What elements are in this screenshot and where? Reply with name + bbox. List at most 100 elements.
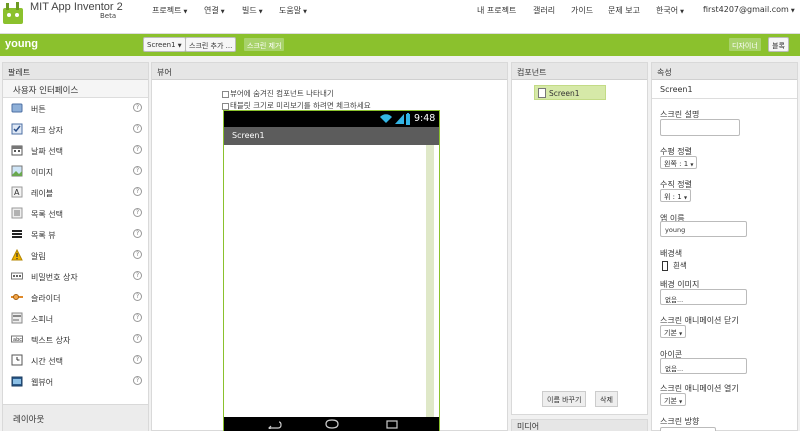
media-title: 미디어 [512,420,647,431]
screen-description-input[interactable] [660,119,740,136]
palette-item-web-viewer[interactable]: 웹뷰어? [3,371,148,392]
palette-item-textbox[interactable]: abc 텍스트 상자? [3,329,148,350]
palette-panel: 팔레트 사용자 인터페이스 버튼? 체크 상자? 날짜 선택? 이미지? A 레… [2,62,149,431]
menu-project[interactable]: 프로젝트 ▼ [152,5,187,16]
rename-button[interactable]: 이름 바꾸기 [542,391,587,407]
help-icon[interactable]: ? [133,124,142,133]
selected-component-name: Screen1 [652,81,797,99]
help-icon[interactable]: ? [133,166,142,175]
help-icon[interactable]: ? [133,292,142,301]
app-inventor-logo-icon[interactable] [0,0,28,26]
horizontal-align-select[interactable]: 왼쪽 : 1 ▼ [660,156,698,169]
help-icon[interactable]: ? [133,103,142,112]
palette-category-layout[interactable]: 레이아웃 [3,404,148,431]
screen-icon [538,88,546,98]
icon-input[interactable]: 없음... [660,358,747,374]
palette-item-spinner[interactable]: 스피너? [3,308,148,329]
help-icon[interactable]: ? [133,313,142,322]
scrollbar[interactable] [426,145,434,417]
clock-icon [11,354,23,366]
palette-item-date-picker[interactable]: 날짜 선택? [3,140,148,161]
screen-select[interactable]: Screen1 ▼ [143,37,186,52]
app-name-input[interactable]: young [660,221,747,237]
close-animation-select[interactable]: 기본 ▼ [660,325,687,338]
home-icon[interactable] [324,419,340,429]
viewer-title: 뷰어 [152,63,507,80]
phone-nav-bar [224,417,439,431]
palette-category-user-interface[interactable]: 사용자 인터페이스 [3,80,148,98]
checkbox-icon [11,123,23,135]
delete-button[interactable]: 삭제 [595,391,618,407]
help-icon[interactable]: ? [133,208,142,217]
help-icon[interactable]: ? [133,250,142,259]
web-viewer-icon [11,376,23,387]
password-icon [11,272,23,280]
palette-item-checkbox[interactable]: 체크 상자? [3,119,148,140]
spinner-icon [11,312,23,324]
checkbox[interactable] [222,90,229,98]
top-bar: MIT App Inventor 2 Beta 프로젝트 ▼ 연결 ▼ 빌드 ▼ 도움… [0,0,800,34]
menu-my-projects[interactable]: 내 프로젝트 [477,5,516,16]
palette-item-password-textbox[interactable]: 비밀번호 상자? [3,266,148,287]
vertical-align-select[interactable]: 위 : 1 ▼ [660,189,692,202]
help-icon[interactable]: ? [133,355,142,364]
menu-account[interactable]: first4207@gmail.com ▼ [703,5,795,14]
phone-preview: 9:48 Screen1 [223,110,440,431]
slider-icon [11,294,23,300]
properties-title: 속성 [652,63,797,80]
open-animation-select[interactable]: 기본 ▼ [660,393,687,406]
textbox-icon: abc [11,335,23,343]
recent-apps-icon[interactable] [384,419,400,429]
signal-icon [395,114,404,124]
checkbox[interactable] [222,102,229,110]
screen-orientation-select[interactable] [660,427,716,431]
chevron-down-icon: ▼ [177,43,182,49]
palette-item-list-picker[interactable]: 목록 선택? [3,203,148,224]
designer-button[interactable]: 디자이너 [728,37,762,52]
help-icon[interactable]: ? [133,145,142,154]
menu-report-issue[interactable]: 문제 보고 [608,5,640,16]
list-view-icon [12,230,22,238]
remove-screen-button[interactable]: 스크린 제거 [243,37,286,52]
app-subtitle: Beta [100,12,117,20]
viewer-panel: 뷰어 뷰어에 숨겨진 컴포넌트 나타내기 태블릿 크기로 미리보기를 하려면 체… [151,62,508,431]
warning-icon [11,249,23,261]
menu-gallery[interactable]: 갤러리 [533,5,555,16]
background-image-input[interactable]: 없음... [660,289,747,305]
palette-item-notifier[interactable]: 알림? [3,245,148,266]
chevron-down-icon: ▼ [220,9,225,15]
palette-item-list-view[interactable]: 목록 뷰? [3,224,148,245]
tree-item-screen1[interactable]: Screen1 [534,85,606,100]
background-color-select[interactable]: 흰색 [662,260,687,271]
screen-orientation-label: 스크린 방향 [660,417,700,426]
image-icon [11,165,23,177]
chevron-down-icon: ▼ [679,331,683,336]
palette-item-slider[interactable]: 슬라이더? [3,287,148,308]
palette-item-time-picker[interactable]: 시간 선택? [3,350,148,371]
blocks-button[interactable]: 블록 [768,37,789,52]
help-icon[interactable]: ? [133,376,142,385]
background-color-label: 배경색 [660,249,683,258]
help-icon[interactable]: ? [133,334,142,343]
svg-text:abc: abc [13,337,22,343]
menu-build[interactable]: 빌드 ▼ [242,5,263,16]
help-icon[interactable]: ? [133,187,142,196]
palette-item-label[interactable]: A 레이블? [3,182,148,203]
chevron-down-icon: ▼ [258,9,263,15]
media-panel: 미디어 [511,419,648,431]
menu-language[interactable]: 한국어 ▼ [656,5,684,16]
menu-help[interactable]: 도움말 ▼ [279,5,307,16]
menu-guide[interactable]: 가이드 [571,5,593,16]
help-icon[interactable]: ? [133,229,142,238]
palette-item-button[interactable]: 버튼? [3,98,148,119]
menu-connect[interactable]: 연결 ▼ [204,5,225,16]
screen-title-bar[interactable]: Screen1 [224,127,439,145]
help-icon[interactable]: ? [133,271,142,280]
chevron-down-icon: ▼ [680,9,684,15]
back-icon[interactable] [266,420,282,429]
palette-item-image[interactable]: 이미지? [3,161,148,182]
add-screen-button[interactable]: 스크린 추가 ... [185,37,237,52]
show-hidden-option[interactable]: 뷰어에 숨겨진 컴포넌트 나타내기 [222,88,334,99]
chevron-down-icon: ▼ [183,9,188,15]
palette-title: 팔레트 [3,63,148,80]
